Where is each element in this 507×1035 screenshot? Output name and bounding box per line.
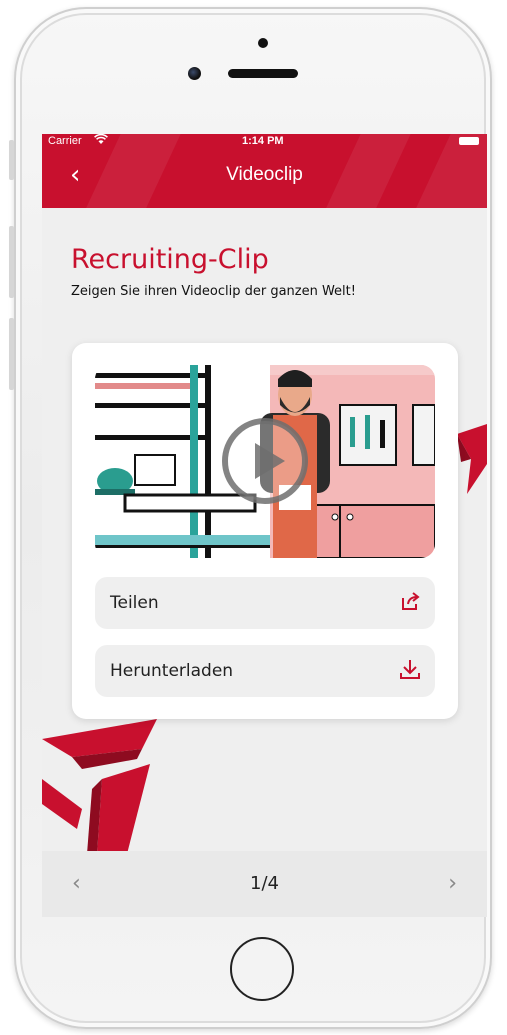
share-icon — [402, 592, 420, 610]
volume-up-button — [9, 226, 14, 298]
home-button[interactable] — [230, 937, 294, 1001]
download-label: Herunterladen — [110, 661, 234, 681]
decorative-shape-left — [42, 719, 157, 854]
share-button[interactable]: Teilen — [95, 577, 435, 629]
download-button[interactable]: Herunterladen — [95, 645, 435, 697]
proximity-sensor — [258, 38, 268, 48]
front-camera — [188, 67, 201, 80]
battery-icon — [459, 137, 479, 145]
page-title: Videoclip — [226, 164, 303, 185]
pager-bar: ‹ 1/4 › — [42, 851, 487, 917]
volume-down-button — [9, 318, 14, 390]
download-icon — [400, 660, 420, 679]
video-player[interactable] — [95, 365, 435, 558]
video-card: Teilen Herunterladen — [72, 343, 458, 719]
earpiece-speaker — [228, 69, 298, 78]
chevron-right-icon[interactable]: › — [448, 871, 457, 896]
video-thumbnail — [95, 365, 435, 558]
share-label: Teilen — [110, 593, 159, 613]
page-indicator: 1/4 — [250, 873, 279, 894]
headline: Recruiting-Clip — [71, 244, 269, 275]
carrier-label: Carrier — [48, 135, 82, 147]
wifi-icon — [94, 134, 108, 148]
mute-switch — [9, 140, 14, 180]
subline: Zeigen Sie ihren Videoclip der ganzen We… — [71, 284, 356, 299]
status-bar: Carrier 1:14 PM — [42, 134, 487, 150]
app-screen: ‹ Videoclip Carrier 1:14 PM Recruiting-C… — [42, 134, 487, 917]
clock: 1:14 PM — [242, 135, 284, 147]
